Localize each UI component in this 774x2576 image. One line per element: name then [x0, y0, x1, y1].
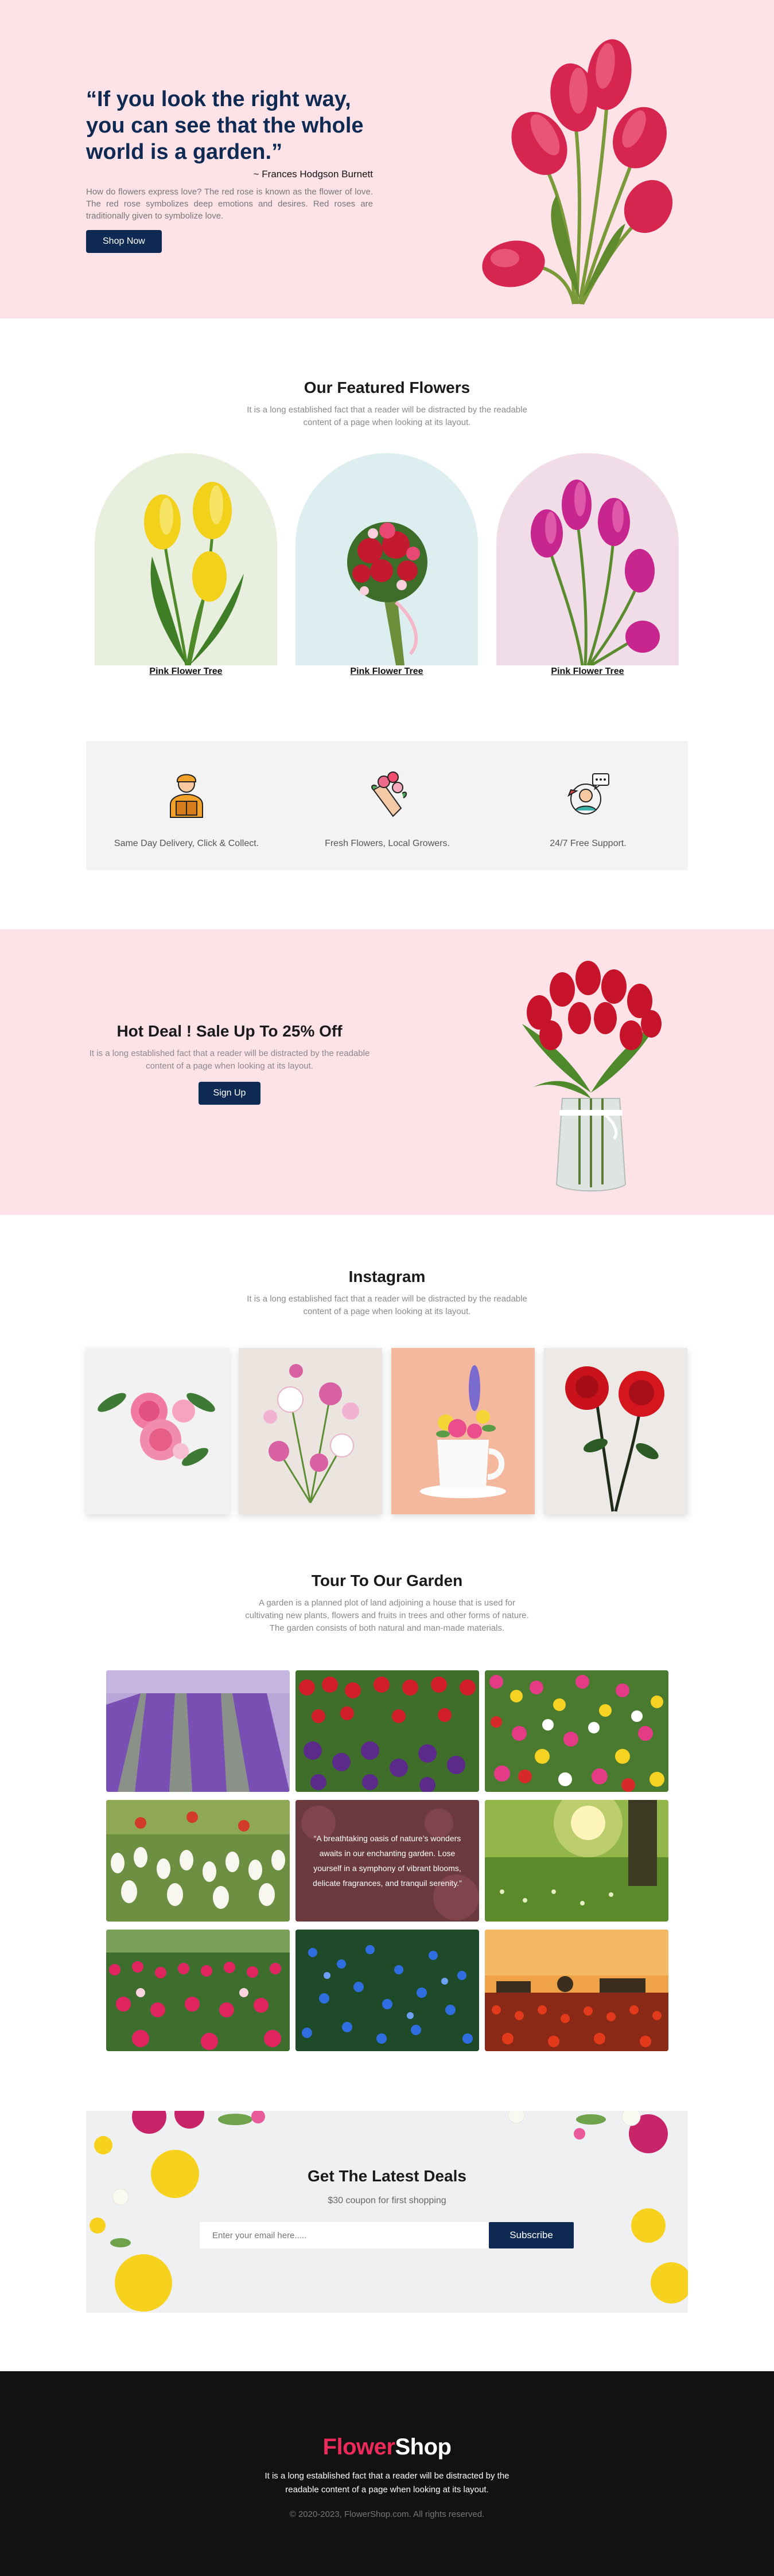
logo-shop-text: Shop — [395, 2434, 452, 2460]
gallery-photo[interactable] — [485, 1930, 668, 2051]
feature-fresh-flowers: Fresh Flowers, Local Growers. — [301, 767, 473, 849]
footer-logo[interactable]: FlowerShop — [0, 2434, 774, 2460]
delivery-man-icon — [170, 774, 203, 818]
support-icon — [567, 773, 609, 815]
subscribe-button[interactable]: Subscribe — [489, 2222, 574, 2248]
instagram-post[interactable] — [544, 1348, 687, 1514]
gallery-photo[interactable] — [106, 1670, 290, 1792]
feature-support: 24/7 Free Support. — [502, 767, 674, 849]
feature-delivery: Same Day Delivery, Click & Collect. — [100, 767, 273, 849]
flowers-border-image — [90, 2111, 688, 2312]
newsletter-text: Get The Latest Deals $30 coupon for firs… — [86, 2167, 688, 2206]
page: “If you look the right way, you can see … — [0, 0, 774, 2576]
gallery-photo[interactable] — [295, 1930, 479, 2051]
tour-title: Tour To Our Garden — [311, 1572, 463, 1589]
gallery-photo[interactable] — [295, 1670, 479, 1792]
gallery-caption-tile: “A breathtaking oasis of nature’s wonder… — [295, 1800, 479, 1922]
instagram-grid — [86, 1348, 688, 1517]
deal-text: Hot Deal ! Sale Up To 25% Off It is a lo… — [86, 1022, 373, 1105]
featured-item-label[interactable]: Pink Flower Tree — [95, 667, 277, 677]
sunset-tulip-field-photo — [485, 1930, 668, 2051]
tulip-field-photo — [295, 1670, 479, 1792]
red-roses-photo — [544, 1348, 687, 1514]
pink-roses-photo — [86, 1348, 230, 1514]
feature-label: Fresh Flowers, Local Growers. — [325, 839, 450, 848]
gallery-photo[interactable] — [106, 1800, 290, 1922]
instagram-post[interactable] — [391, 1348, 535, 1514]
gallery-photo[interactable] — [485, 1670, 668, 1792]
featured-item-pink-tulips[interactable] — [496, 453, 679, 665]
lavender-field-photo — [106, 1670, 290, 1792]
feature-label: 24/7 Free Support. — [550, 839, 627, 848]
newsletter-title: Get The Latest Deals — [308, 2167, 466, 2185]
feature-label: Same Day Delivery, Click & Collect. — [114, 839, 259, 848]
featured-item-yellow-tulips[interactable] — [95, 453, 277, 665]
instagram-post[interactable] — [239, 1348, 382, 1514]
sign-up-button[interactable]: Sign Up — [198, 1082, 261, 1105]
red-bouquet-image — [347, 522, 427, 665]
deal-title: Hot Deal ! Sale Up To 25% Off — [116, 1022, 343, 1040]
hero-description: How do flowers express love? The red ros… — [86, 187, 373, 221]
hero-text: “If you look the right way, you can see … — [86, 86, 373, 253]
featured-title: Our Featured Flowers — [304, 379, 470, 396]
instagram-post[interactable] — [86, 1348, 230, 1514]
gallery-photo[interactable] — [485, 1800, 668, 1922]
featured-subtitle: It is a long established fact that a rea… — [247, 405, 527, 427]
featured-item-bouquet[interactable] — [295, 453, 478, 665]
instagram-subtitle: It is a long established fact that a rea… — [247, 1294, 527, 1316]
shop-now-button[interactable]: Shop Now — [86, 230, 162, 253]
instagram-title: Instagram — [348, 1268, 426, 1285]
tour-section: Tour To Our Garden A garden is a planned… — [0, 1572, 774, 2051]
colorful-tulips-photo — [485, 1670, 668, 1792]
pink-tulips-bunch-image — [531, 480, 660, 665]
pink-tulip-rows-photo — [106, 1930, 290, 2051]
yellow-tulips-image — [144, 482, 244, 665]
hero-author: ~ Frances Hodgson Burnett — [253, 169, 373, 180]
hero-quote: “If you look the right way, you can see … — [86, 87, 364, 164]
garden-caption: “A breathtaking oasis of nature’s wonder… — [313, 1834, 462, 1888]
hero-section: “If you look the right way, you can see … — [0, 0, 774, 318]
newsletter-subtitle: $30 coupon for first shopping — [328, 2196, 446, 2205]
footer-copyright: © 2020-2023, FlowerShop.com. All rights … — [289, 2509, 485, 2519]
instagram-section: Instagram It is a long established fact … — [0, 1268, 774, 1514]
sunlit-meadow-photo — [485, 1800, 668, 1922]
footer: FlowerShop It is a long established fact… — [0, 2371, 774, 2576]
cosmos-bouquet-photo — [239, 1348, 382, 1514]
flowers-in-mug-photo — [391, 1348, 535, 1514]
newsletter-form: Subscribe — [200, 2222, 574, 2248]
bouquet-icon — [371, 771, 407, 817]
hot-deal-section: Hot Deal ! Sale Up To 25% Off It is a lo… — [0, 929, 774, 1215]
white-tulips-photo — [106, 1800, 290, 1922]
featured-item-label[interactable]: Pink Flower Tree — [496, 667, 679, 677]
tulips-in-vase-image — [522, 961, 662, 1192]
blue-forget-me-nots-photo — [295, 1930, 479, 2051]
features-strip: Same Day Delivery, Click & Collect. Fres… — [86, 741, 688, 870]
logo-flower-text: Flower — [322, 2434, 395, 2460]
email-input[interactable] — [200, 2222, 489, 2248]
newsletter-section: Get The Latest Deals $30 coupon for firs… — [86, 2111, 688, 2313]
deal-subtitle: It is a long established fact that a rea… — [89, 1049, 370, 1071]
tour-subtitle: A garden is a planned plot of land adjoi… — [245, 1598, 529, 1633]
gallery-photo[interactable] — [106, 1930, 290, 2051]
pink-tulips-image — [482, 39, 673, 305]
featured-item-label[interactable]: Pink Flower Tree — [295, 667, 478, 677]
footer-description: It is a long established fact that a rea… — [265, 2471, 509, 2495]
